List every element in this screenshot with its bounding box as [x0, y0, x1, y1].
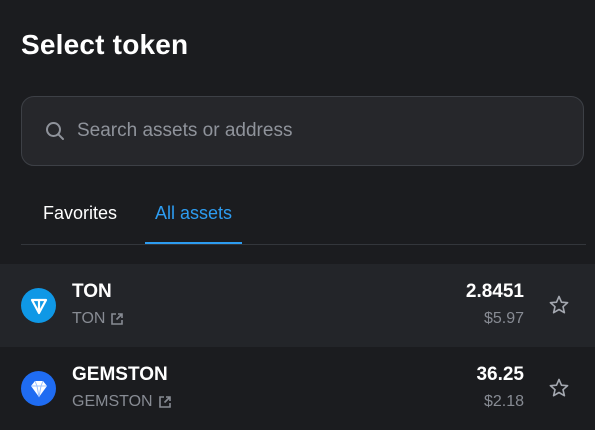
favorite-star-icon[interactable] — [548, 377, 570, 399]
tab-all-assets[interactable]: All assets — [145, 192, 243, 244]
search-box[interactable] — [21, 96, 584, 166]
page-title: Select token — [21, 29, 189, 60]
external-link-icon[interactable] — [158, 395, 172, 409]
search-input[interactable] — [75, 119, 559, 143]
search-icon — [43, 119, 67, 143]
token-amount: 2.8451 — [465, 281, 524, 302]
token-ticker: GEMSTON — [72, 393, 153, 410]
external-link-icon[interactable] — [110, 312, 124, 326]
favorite-star-icon[interactable] — [548, 294, 570, 316]
token-row-ton[interactable]: TON TON 2.8451 $5.97 — [0, 264, 595, 347]
tab-bar: Favorites All assets — [21, 192, 586, 245]
gem-logo-icon — [21, 371, 56, 406]
token-name: GEMSTON — [72, 364, 168, 385]
token-row-gemston[interactable]: GEMSTON GEMSTON 36.25 $2.18 — [0, 347, 595, 430]
ton-logo-icon — [21, 288, 56, 323]
token-amount: 36.25 — [476, 364, 524, 385]
token-ticker-link[interactable]: GEMSTON — [72, 392, 172, 412]
token-usd-value: $5.97 — [483, 310, 524, 327]
tab-favorites[interactable]: Favorites — [43, 192, 117, 242]
token-usd-value: $2.18 — [483, 393, 524, 410]
token-name: TON — [72, 281, 112, 302]
token-ticker-link[interactable]: TON — [72, 309, 124, 329]
token-ticker: TON — [72, 310, 106, 327]
